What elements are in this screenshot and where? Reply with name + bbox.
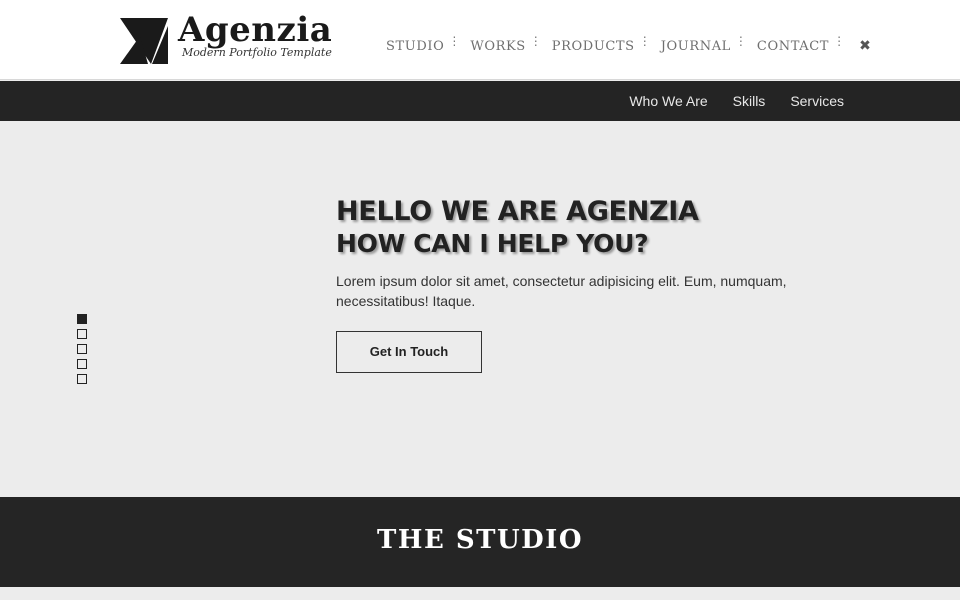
slide-dot[interactable] bbox=[77, 314, 87, 324]
nav-item-label: STUDIO bbox=[386, 38, 445, 54]
nav-item-contact[interactable]: CONTACT ⋮ bbox=[757, 35, 845, 54]
main-nav: STUDIO ⋮ WORKS ⋮ PRODUCTS ⋮ JOURNAL ⋮ CO… bbox=[386, 34, 871, 54]
vertical-dots-separator: ⋮ bbox=[734, 33, 747, 48]
nav-item-journal[interactable]: JOURNAL ⋮ bbox=[661, 35, 747, 54]
slide-dot[interactable] bbox=[77, 329, 87, 339]
brand-tagline: Modern Portfolio Template bbox=[182, 46, 332, 59]
hero-section: HELLO WE ARE AGENZIA HOW CAN I HELP YOU?… bbox=[0, 121, 960, 497]
triangle-logo-icon bbox=[120, 18, 168, 64]
sub-nav-bar: Who We Are Skills Services bbox=[0, 81, 960, 121]
nav-item-label: CONTACT bbox=[756, 38, 830, 54]
logo-text: Agenzia Modern Portfolio Template bbox=[178, 12, 332, 59]
vertical-dots-separator: ⋮ bbox=[833, 33, 846, 48]
brand-title: Agenzia bbox=[178, 10, 333, 50]
vertical-dots-separator: ⋮ bbox=[529, 33, 542, 48]
slide-dot[interactable] bbox=[77, 344, 87, 354]
nav-item-label: PRODUCTS bbox=[551, 38, 635, 54]
logo[interactable]: Agenzia Modern Portfolio Template bbox=[118, 12, 332, 66]
subnav-item-skills[interactable]: Skills bbox=[733, 93, 766, 109]
subnav-item-services[interactable]: Services bbox=[790, 93, 844, 109]
get-in-touch-button[interactable]: Get In Touch bbox=[336, 331, 482, 373]
hero-content: HELLO WE ARE AGENZIA HOW CAN I HELP YOU?… bbox=[336, 195, 836, 373]
hero-heading-line1: HELLO WE ARE AGENZIA bbox=[336, 196, 699, 227]
sub-nav-links: Who We Are Skills Services bbox=[604, 81, 844, 121]
slide-pagination bbox=[77, 314, 87, 389]
close-x-icon[interactable]: ✖ bbox=[859, 34, 871, 54]
vertical-dots-separator: ⋮ bbox=[638, 33, 651, 48]
nav-item-label: WORKS bbox=[470, 38, 526, 54]
nav-item-studio[interactable]: STUDIO ⋮ bbox=[386, 35, 460, 54]
hero-heading-line2: HOW CAN I HELP YOU? bbox=[336, 229, 649, 258]
section-title: THE STUDIO bbox=[377, 525, 583, 555]
slide-dot[interactable] bbox=[77, 374, 87, 384]
page-bottom-strip bbox=[0, 587, 960, 600]
nav-item-label: JOURNAL bbox=[660, 38, 731, 54]
studio-section-header: THE STUDIO bbox=[0, 497, 960, 587]
vertical-dots-separator: ⋮ bbox=[448, 33, 461, 48]
subnav-item-who-we-are[interactable]: Who We Are bbox=[629, 93, 707, 109]
nav-item-works[interactable]: WORKS ⋮ bbox=[470, 35, 541, 54]
nav-item-products[interactable]: PRODUCTS ⋮ bbox=[552, 35, 651, 54]
hero-description: Lorem ipsum dolor sit amet, consectetur … bbox=[336, 273, 787, 309]
site-header: Agenzia Modern Portfolio Template STUDIO… bbox=[0, 0, 960, 80]
slide-dot[interactable] bbox=[77, 359, 87, 369]
